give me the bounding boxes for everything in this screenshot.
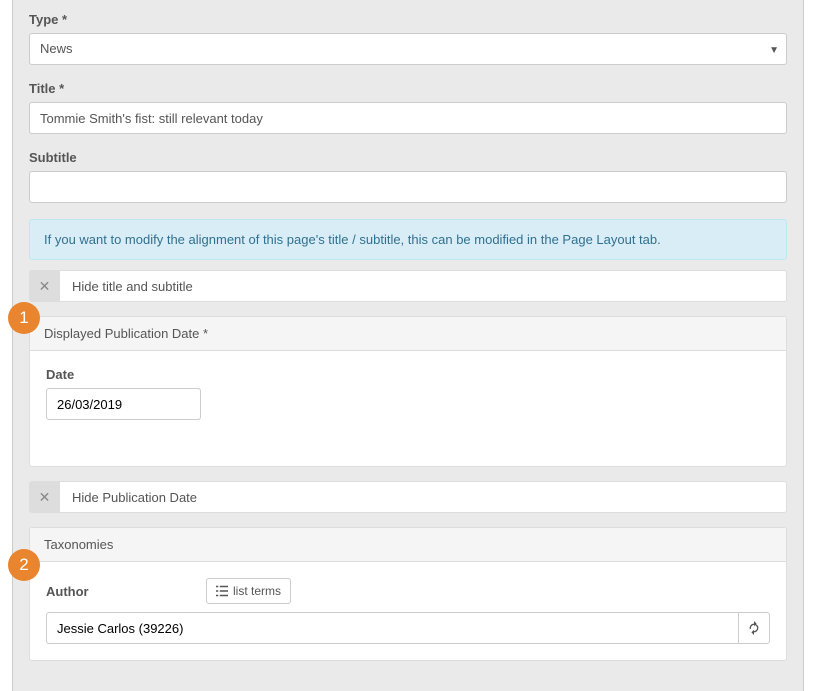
- hide-pub-date-label: Hide Publication Date: [60, 490, 209, 505]
- hide-title-toggle-row: ✕ Hide title and subtitle: [29, 270, 787, 302]
- callout-badge-2: 2: [8, 549, 40, 581]
- refresh-button[interactable]: [738, 612, 770, 644]
- subtitle-input[interactable]: [29, 171, 787, 203]
- form-container: Type * News ▼ Title * Subtitle If you wa…: [12, 0, 804, 691]
- type-label: Type *: [29, 12, 787, 27]
- date-label: Date: [46, 367, 770, 382]
- close-icon: ✕: [39, 278, 51, 295]
- author-label: Author: [46, 584, 196, 599]
- list-terms-button[interactable]: list terms: [206, 578, 291, 604]
- taxonomies-panel: Taxonomies Author list terms: [29, 527, 787, 661]
- hide-pub-date-checkbox[interactable]: ✕: [30, 482, 60, 512]
- displayed-pub-date-panel: Displayed Publication Date * Date: [29, 316, 787, 467]
- list-icon: [216, 585, 228, 597]
- title-input[interactable]: [29, 102, 787, 134]
- subtitle-label: Subtitle: [29, 150, 787, 165]
- taxonomies-body: Author list terms: [30, 562, 786, 660]
- subtitle-field-group: Subtitle: [29, 150, 787, 203]
- title-field-group: Title *: [29, 81, 787, 134]
- close-icon: ✕: [39, 489, 51, 506]
- taxonomies-heading: Taxonomies: [30, 528, 786, 562]
- info-banner: If you want to modify the alignment of t…: [29, 219, 787, 260]
- author-input-wrap: [46, 612, 770, 644]
- displayed-pub-date-body: Date: [30, 351, 786, 466]
- displayed-pub-date-heading: Displayed Publication Date *: [30, 317, 786, 351]
- hide-title-checkbox[interactable]: ✕: [30, 271, 60, 301]
- hide-pub-date-toggle-row: ✕ Hide Publication Date: [29, 481, 787, 513]
- refresh-icon: [747, 621, 761, 635]
- hide-title-label: Hide title and subtitle: [60, 279, 205, 294]
- type-select[interactable]: News: [29, 33, 787, 65]
- date-input[interactable]: [46, 388, 201, 420]
- type-select-wrap: News ▼: [29, 33, 787, 65]
- author-label-row: Author list terms: [46, 578, 770, 604]
- callout-badge-1: 1: [8, 302, 40, 334]
- author-input[interactable]: [46, 612, 738, 644]
- list-terms-label: list terms: [233, 584, 281, 598]
- title-label: Title *: [29, 81, 787, 96]
- type-field-group: Type * News ▼: [29, 12, 787, 65]
